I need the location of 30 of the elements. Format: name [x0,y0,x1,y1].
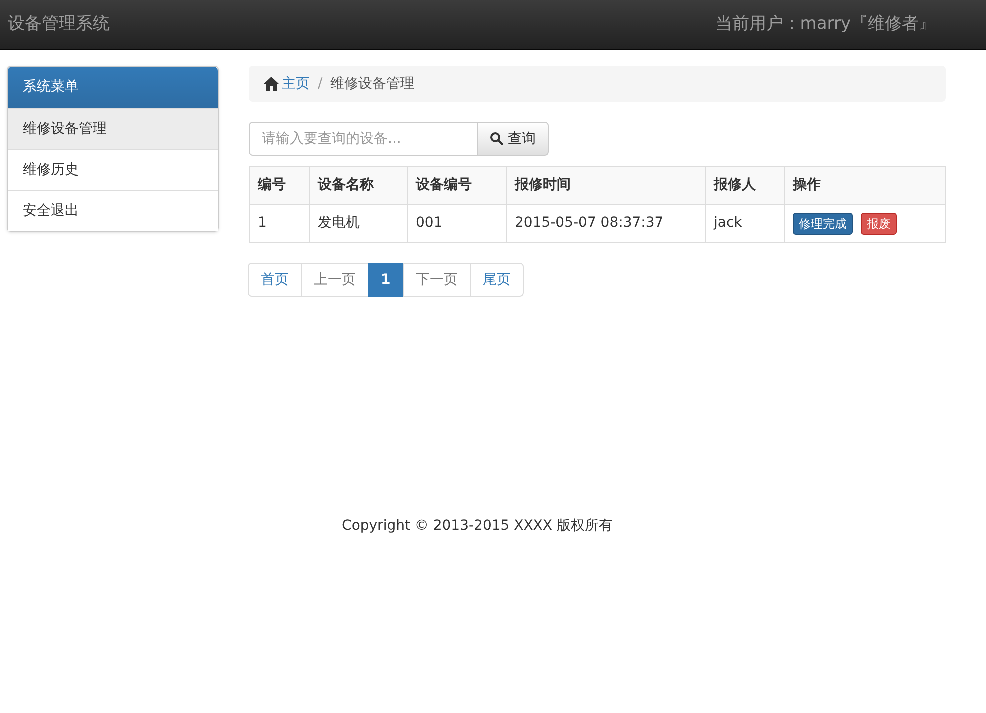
column-header: 编号 [250,166,310,204]
search-button[interactable]: 查询 [478,122,549,156]
page-link[interactable]: 1 [368,263,404,297]
home-icon [264,77,279,91]
table-cell: 2015-05-07 08:37:37 [506,204,706,242]
search-field[interactable]: 请输入要查询的设备... [249,122,478,156]
search-icon [490,132,504,146]
table-cell: 发电机 [310,204,408,242]
column-header: 设备编号 [408,166,506,204]
copyright-text: Copyright © 2013-2015 XXXX 版权所有 [342,517,613,536]
panel-heading: 系统菜单 [8,67,218,108]
menu-item[interactable]: 维修历史 [8,149,218,190]
column-header: 操作 [784,166,946,204]
column-header: 报修时间 [506,166,706,204]
page-link[interactable]: 首页 [248,263,302,297]
page-link[interactable]: 尾页 [470,263,524,297]
current-user: 当前用户：marry『维修者』 [715,12,936,36]
breadcrumb-current: 维修设备管理 [330,74,415,94]
complete-button[interactable]: 修理完成 [793,212,853,234]
home-link[interactable]: 主页 [282,74,310,94]
table-cell: 1 [250,204,310,242]
column-header: 设备名称 [310,166,408,204]
menu-item[interactable]: 维修设备管理 [8,108,218,149]
menu-item[interactable]: 安全退出 [8,190,218,231]
scrap-button[interactable]: 报废 [861,212,897,234]
breadcrumb-separator: / [318,74,323,94]
column-header: 报修人 [706,166,784,204]
table-cell: jack [706,204,784,242]
table-cell: 001 [408,204,506,242]
brand-title[interactable]: 设备管理系统 [8,12,110,38]
